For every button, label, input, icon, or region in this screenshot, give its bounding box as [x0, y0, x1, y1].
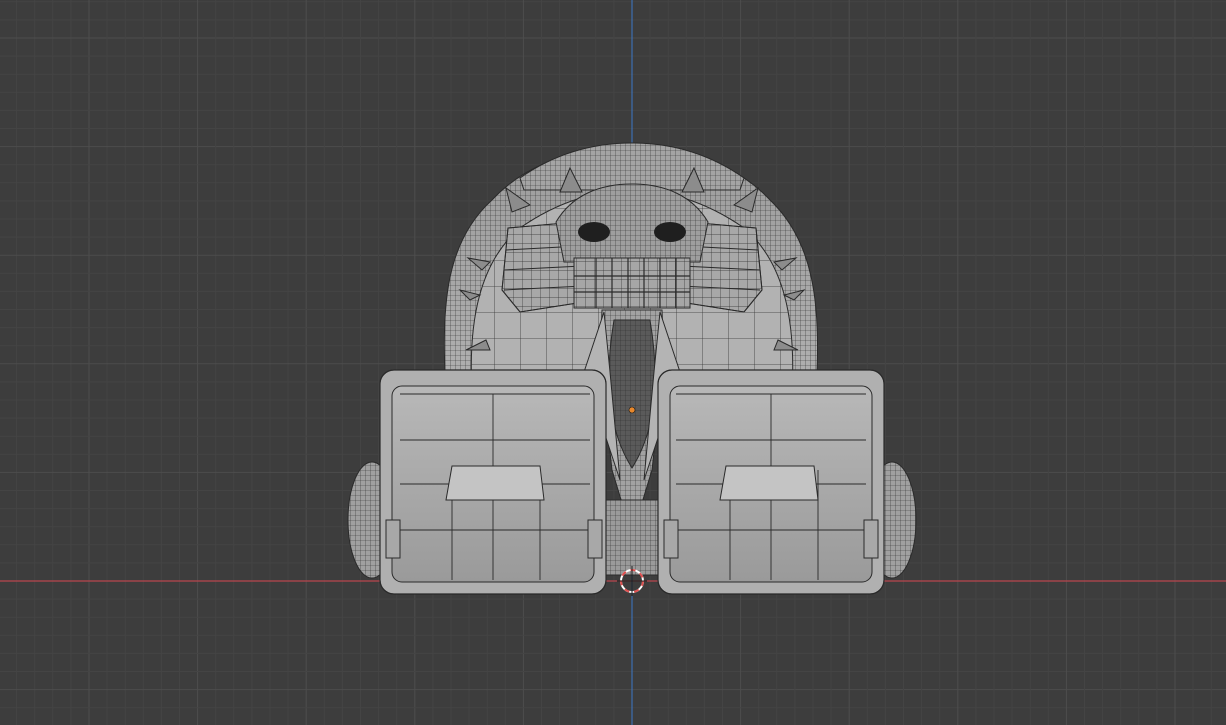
- viewport-canvas[interactable]: [0, 0, 1226, 725]
- chin: [599, 499, 665, 576]
- right-eye: [654, 222, 686, 242]
- left-eye: [578, 222, 610, 242]
- object-origin-dot[interactable]: [628, 406, 636, 414]
- face-snout: [555, 183, 709, 309]
- right-shoulder-block: [657, 369, 885, 595]
- left-shoulder-block: [379, 369, 607, 595]
- 3d-viewport[interactable]: [0, 0, 1226, 725]
